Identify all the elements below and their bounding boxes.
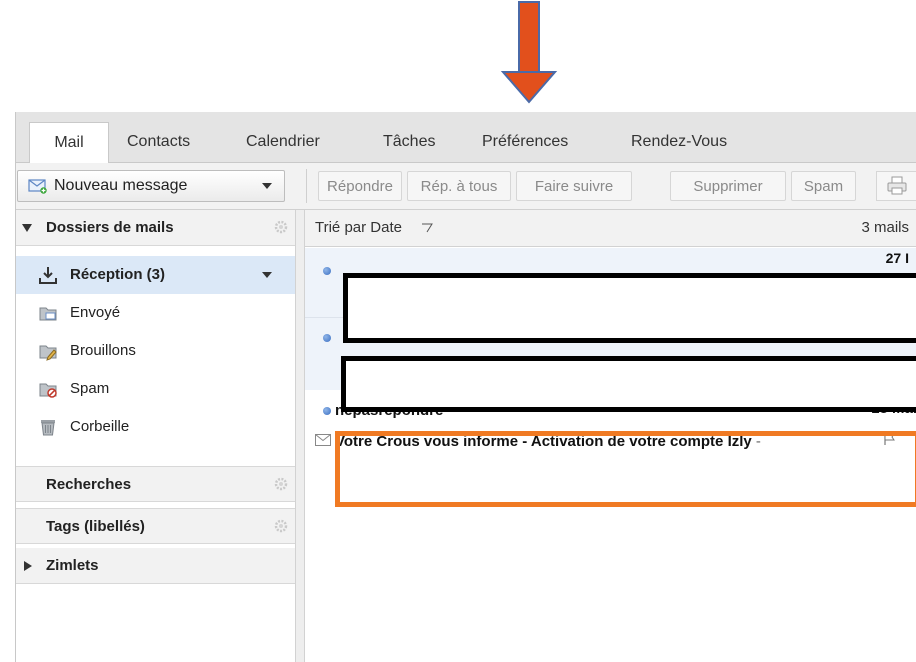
tab-appointments[interactable]: Rendez-Vous xyxy=(631,122,727,162)
inbox-download-icon xyxy=(39,267,57,284)
message-count: 3 mails xyxy=(861,219,909,236)
folder-sent-label: Envoyé xyxy=(70,304,121,321)
sort-bar: Trié par Date 3 mails xyxy=(305,210,916,247)
sent-folder-icon xyxy=(39,307,57,321)
mail-toolbar: Nouveau message Répondre Rép. à tous Fai… xyxy=(16,163,916,210)
folder-sent[interactable]: Envoyé xyxy=(16,294,295,332)
redaction-box xyxy=(341,356,916,412)
drafts-folder-icon xyxy=(39,345,57,361)
app-tab-bar: Mail Contacts Calendrier Tâches Préféren… xyxy=(16,122,916,164)
reply-button[interactable]: Répondre xyxy=(318,171,402,201)
tab-preferences[interactable]: Préférences xyxy=(482,122,568,162)
zimlets-header[interactable]: Zimlets xyxy=(16,548,295,584)
folder-trash[interactable]: Corbeille xyxy=(16,408,295,446)
mail-folders-header[interactable]: Dossiers de mails xyxy=(16,210,295,246)
annotation-arrow xyxy=(500,1,558,104)
collapse-triangle-icon[interactable] xyxy=(22,224,32,232)
gear-icon[interactable] xyxy=(274,519,288,533)
searches-header[interactable]: Recherches xyxy=(16,466,295,502)
print-icon xyxy=(887,176,907,195)
folder-inbox-label: Réception (3) xyxy=(70,266,166,283)
folder-drafts-label: Brouillons xyxy=(70,342,136,359)
new-message-button[interactable]: Nouveau message xyxy=(17,170,285,202)
tab-calendar[interactable]: Calendrier xyxy=(246,122,320,162)
delete-button[interactable]: Supprimer xyxy=(670,171,786,201)
folder-dropdown-icon[interactable] xyxy=(262,272,272,278)
folder-drafts[interactable]: Brouillons xyxy=(16,332,295,370)
folder-spam[interactable]: Spam xyxy=(16,370,295,408)
tags-header[interactable]: Tags (libellés) xyxy=(16,508,295,544)
new-message-label: Nouveau message xyxy=(54,177,188,194)
window-top-strip xyxy=(16,112,916,122)
tags-title: Tags (libellés) xyxy=(46,518,145,535)
tab-mail[interactable]: Mail xyxy=(29,122,109,164)
zimlets-title: Zimlets xyxy=(46,557,99,574)
spam-button[interactable]: Spam xyxy=(791,171,856,201)
mail-folders-title: Dossiers de mails xyxy=(46,219,174,236)
reply-all-button[interactable]: Rép. à tous xyxy=(407,171,511,201)
trash-icon xyxy=(41,420,55,436)
folder-spam-label: Spam xyxy=(70,380,110,397)
unread-dot-icon xyxy=(323,334,331,342)
toolbar-separator xyxy=(306,169,307,203)
forward-button[interactable]: Faire suivre xyxy=(516,171,632,201)
new-message-icon xyxy=(28,179,47,194)
folder-pane: Dossiers de mails Réception (3) Envoyé B… xyxy=(16,210,295,662)
spam-folder-icon xyxy=(39,383,57,398)
unread-dot-icon xyxy=(323,407,331,415)
unread-dot-icon xyxy=(323,267,331,275)
expand-triangle-icon[interactable] xyxy=(24,561,32,571)
gear-icon[interactable] xyxy=(274,220,288,234)
sort-label[interactable]: Trié par Date xyxy=(315,210,402,246)
redaction-box xyxy=(343,273,916,343)
envelope-icon xyxy=(315,434,331,446)
pane-splitter[interactable] xyxy=(295,210,305,662)
tab-contacts[interactable]: Contacts xyxy=(127,122,190,162)
message-date: 27 I xyxy=(885,250,909,266)
print-button[interactable] xyxy=(876,171,916,201)
folder-inbox[interactable]: Réception (3) xyxy=(16,256,295,294)
highlight-box xyxy=(335,431,916,507)
new-message-dropdown-icon[interactable] xyxy=(262,183,272,189)
searches-title: Recherches xyxy=(46,476,132,493)
gear-icon[interactable] xyxy=(274,477,288,491)
sort-direction-icon[interactable] xyxy=(421,223,433,233)
folder-trash-label: Corbeille xyxy=(70,418,130,435)
tab-tasks[interactable]: Tâches xyxy=(383,122,435,162)
